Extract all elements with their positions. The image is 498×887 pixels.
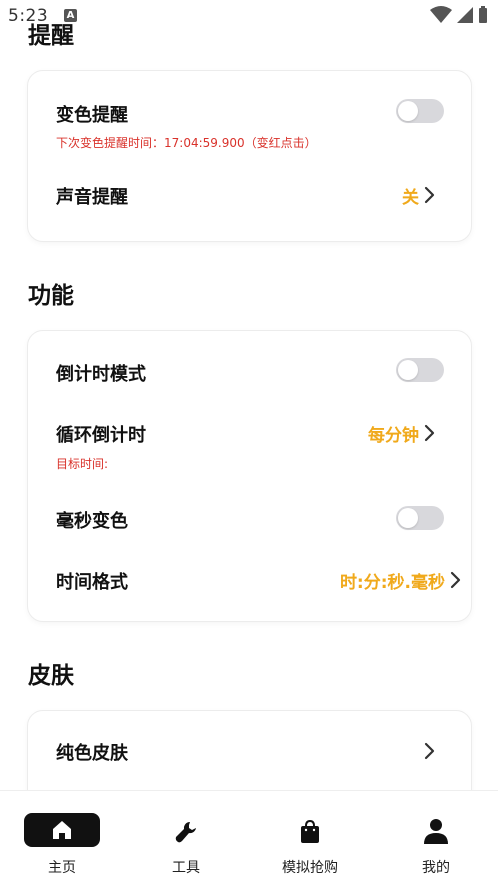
shopping-bag-icon bbox=[301, 819, 319, 843]
home-icon bbox=[53, 821, 71, 839]
toggle-knob bbox=[398, 101, 418, 121]
solid-skin-label: 纯色皮肤 bbox=[56, 743, 128, 764]
time-format-value: 时:分:秒.毫秒 bbox=[339, 573, 445, 593]
wrench-icon-wrap bbox=[173, 819, 199, 849]
function-card: 倒计时模式 循环倒计时 每分钟 目标时间: 毫秒变色 时间格式 时:分:秒.毫秒 bbox=[27, 330, 472, 622]
bottom-nav: 主页 工具 模拟抢购 我的 bbox=[0, 790, 498, 887]
section-title-reminder: 提醒 bbox=[28, 23, 74, 49]
toggle-knob bbox=[398, 360, 418, 380]
home-active-pill bbox=[24, 813, 100, 847]
chevron-right-icon bbox=[424, 186, 435, 204]
wifi-icon bbox=[430, 6, 452, 23]
section-title-skin: 皮肤 bbox=[28, 663, 74, 689]
reminder-card: 变色提醒 下次变色提醒时间：17:04:59.900（变红点击） 声音提醒 关 bbox=[27, 70, 472, 242]
color-reminder-label: 变色提醒 bbox=[56, 105, 128, 126]
nav-home-label: 主页 bbox=[48, 860, 76, 876]
nav-home[interactable]: 主页 bbox=[0, 791, 124, 887]
countdown-mode-label: 倒计时模式 bbox=[56, 364, 146, 385]
home-icon-wrap bbox=[24, 813, 100, 847]
nav-tools-label: 工具 bbox=[172, 860, 200, 876]
loop-countdown-row[interactable]: 循环倒计时 每分钟 目标时间: bbox=[28, 407, 471, 477]
color-reminder-note: 下次变色提醒时间：17:04:59.900（变红点击） bbox=[56, 136, 317, 150]
ms-color-label: 毫秒变色 bbox=[56, 511, 128, 532]
wrench-icon bbox=[175, 821, 196, 843]
chevron-right-icon bbox=[424, 424, 435, 442]
nav-profile[interactable]: 我的 bbox=[374, 791, 498, 887]
user-icon bbox=[424, 819, 448, 844]
chevron-right-icon bbox=[450, 571, 461, 589]
status-icons bbox=[430, 6, 488, 24]
chevron-right-icon bbox=[424, 742, 435, 760]
time-format-label: 时间格式 bbox=[56, 572, 128, 593]
nav-tools[interactable]: 工具 bbox=[124, 791, 248, 887]
nav-flash-sale-label: 模拟抢购 bbox=[282, 860, 338, 876]
battery-icon bbox=[479, 6, 487, 23]
status-bar: 5:23 A bbox=[0, 0, 498, 30]
sound-reminder-value: 关 bbox=[402, 188, 419, 208]
color-reminder-toggle[interactable] bbox=[396, 99, 444, 123]
time-format-row[interactable]: 时间格式 时:分:秒.毫秒 bbox=[28, 553, 471, 609]
target-time-note: 目标时间: bbox=[56, 457, 109, 471]
toggle-knob bbox=[398, 508, 418, 528]
sound-reminder-label: 声音提醒 bbox=[56, 187, 128, 208]
shopping-bag-icon-wrap bbox=[298, 819, 322, 849]
nav-flash-sale[interactable]: 模拟抢购 bbox=[248, 791, 372, 887]
loop-countdown-value: 每分钟 bbox=[368, 426, 419, 446]
loop-countdown-label: 循环倒计时 bbox=[56, 425, 146, 446]
signal-icon bbox=[457, 7, 473, 23]
nav-profile-label: 我的 bbox=[422, 860, 450, 876]
ms-color-toggle[interactable] bbox=[396, 506, 444, 530]
solid-skin-row[interactable]: 纯色皮肤 bbox=[28, 725, 471, 781]
sound-reminder-row[interactable]: 声音提醒 关 bbox=[28, 167, 471, 223]
user-icon-wrap bbox=[423, 817, 449, 849]
countdown-mode-toggle[interactable] bbox=[396, 358, 444, 382]
section-title-function: 功能 bbox=[28, 283, 74, 309]
